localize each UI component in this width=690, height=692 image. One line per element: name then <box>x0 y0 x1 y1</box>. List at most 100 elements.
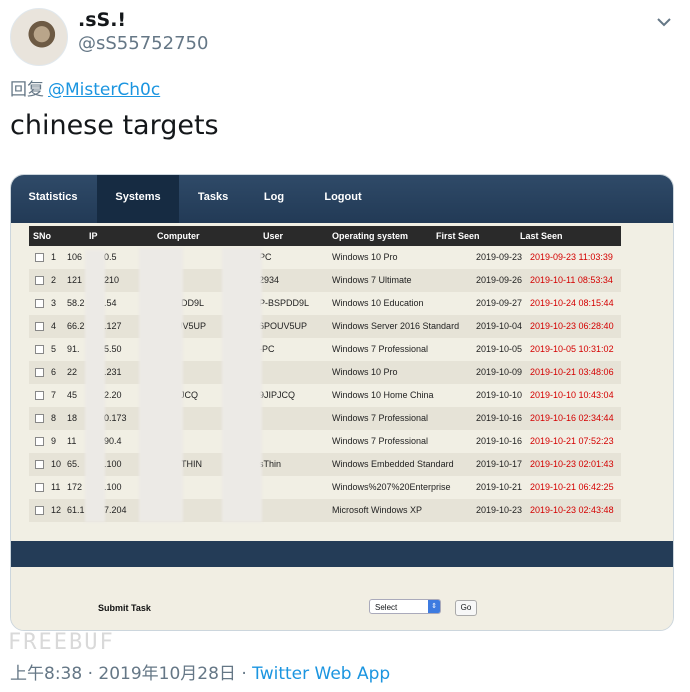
cell-ip-start: 45 <box>67 390 78 400</box>
cell-first-seen: 2019-10-21 <box>476 482 523 492</box>
cell-first-seen: 2019-10-05 <box>476 344 523 354</box>
watermark-logo: FREEBUF <box>8 630 115 655</box>
row-checkbox[interactable] <box>35 483 44 492</box>
cell-ip-end: .127 <box>104 321 122 331</box>
cell-ip-start: 121 <box>67 275 83 285</box>
table-row[interactable]: 11172.100DWindows%207%20Enterprise2019-1… <box>29 476 621 499</box>
col-computer: Computer <box>157 231 200 241</box>
cell-last-seen: 2019-10-11 08:53:34 <box>530 275 613 285</box>
cell-sno: 3 <box>51 298 57 308</box>
nav-statistics[interactable]: Statistics <box>21 175 85 223</box>
table-row[interactable]: 9 11 90.4 Windows 7 Professional 2019-10-16 2… <box>29 430 621 453</box>
col-os: Operating system <box>332 231 409 241</box>
cell-ip-start: 18 <box>67 413 78 423</box>
user-handle[interactable]: @sS55752750 <box>78 33 208 54</box>
row-checkbox[interactable] <box>35 506 44 515</box>
chevron-down-icon[interactable] <box>654 12 674 32</box>
cell-os: Windows 7 Ultimate <box>332 275 412 285</box>
cell-last-seen: 2019-10-16 02:34:44 <box>530 413 614 423</box>
redaction-blur-computer <box>139 248 183 522</box>
col-last-seen: Last Seen <box>520 231 563 241</box>
cell-ip-end: 0.173 <box>104 413 127 423</box>
row-checkbox[interactable] <box>35 322 44 331</box>
cell-os: Windows Server 2016 Standard <box>332 321 460 331</box>
display-name[interactable]: .sS.! <box>78 9 126 31</box>
table-row[interactable]: 358.2.54lSPDD9LP-BSPDD9LWindows 10 Educa… <box>29 292 621 315</box>
cell-user-end: P-BSPDD9L <box>259 298 310 308</box>
task-select[interactable]: Select ⇕ <box>369 599 441 614</box>
table-body: 11060.5CPCWindows 10 Pro2019-09-232019-0… <box>29 246 621 522</box>
nav-logout[interactable]: Logout <box>319 175 367 223</box>
cell-ip-end: .100 <box>104 459 122 469</box>
table-header: SNo IP Computer User Operating system Fi… <box>29 226 621 246</box>
cell-ip-start: 65. <box>67 459 80 469</box>
cell-first-seen: 2019-09-27 <box>476 298 523 308</box>
row-checkbox[interactable] <box>35 345 44 354</box>
nav-systems[interactable]: Systems <box>97 175 179 223</box>
col-ip: IP <box>89 231 98 241</box>
cell-sno: 2 <box>51 275 57 285</box>
cell-user-end: 6POUV5UP <box>259 321 308 331</box>
nav-tasks[interactable]: Tasks <box>191 175 235 223</box>
systems-table: SNo IP Computer User Operating system Fi… <box>29 226 621 522</box>
cell-ip-start: 58.2 <box>67 298 85 308</box>
reply-prefix: 回复 <box>10 80 44 100</box>
tweet-text: chinese targets <box>10 110 219 141</box>
table-row[interactable]: 8 18 0.173 Windows 7 Professional 2019-10-16… <box>29 407 621 430</box>
cell-sno: 10 <box>51 459 62 469</box>
cell-first-seen: 2019-10-17 <box>476 459 523 469</box>
go-button[interactable]: Go <box>455 600 477 616</box>
cell-first-seen: 2019-10-10 <box>476 390 523 400</box>
table-row[interactable]: 11060.5CPCWindows 10 Pro2019-09-232019-0… <box>29 246 621 269</box>
table-row[interactable]: 7 45 2.20 IIPJCQ 9JIPJCQ Windows 10 Home Chin… <box>29 384 621 407</box>
cell-first-seen: 2019-10-04 <box>476 321 523 331</box>
row-checkbox[interactable] <box>35 299 44 308</box>
cell-ip-end: 90.4 <box>104 436 122 446</box>
tweet-source-app[interactable]: Twitter Web App <box>252 664 390 684</box>
row-checkbox[interactable] <box>35 460 44 469</box>
cell-os: Windows 10 Pro <box>332 252 398 262</box>
cell-ip-start: 91. <box>67 344 80 354</box>
cell-sno: 4 <box>51 321 57 331</box>
row-checkbox[interactable] <box>35 391 44 400</box>
redaction-blur-user <box>222 248 262 522</box>
tweet-media-image[interactable]: Statistics Systems Tasks Log Logout SNo … <box>10 174 674 631</box>
cell-sno: 7 <box>51 390 57 400</box>
nav-log[interactable]: Log <box>259 175 289 223</box>
table-row[interactable]: 1065..100VSTHIN(sThinWindows Embedded St… <box>29 453 621 476</box>
cell-ip-start: 22 <box>67 367 78 377</box>
table-row[interactable]: 466.2.127VOUV5UP6POUV5UPWindows Server 2… <box>29 315 621 338</box>
row-checkbox[interactable] <box>35 253 44 262</box>
table-row[interactable]: 6 22 .231 Windows 10 Pro 2019-10-09 2019-10-2… <box>29 361 621 384</box>
row-checkbox[interactable] <box>35 276 44 285</box>
panel-divider-bar <box>11 541 673 567</box>
cell-sno: 8 <box>51 413 57 423</box>
cell-os: Windows 10 Pro <box>332 367 398 377</box>
cell-os: Microsoft Windows XP <box>332 505 423 515</box>
col-user: User <box>263 231 284 241</box>
cell-last-seen: 2019-10-10 10:43:04 <box>530 390 614 400</box>
task-select-value: Select <box>375 603 398 612</box>
cell-first-seen: 2019-09-23 <box>476 252 523 262</box>
submit-task-label: Submit Task <box>98 603 151 613</box>
cell-first-seen: 2019-10-23 <box>476 505 523 515</box>
select-arrows-icon: ⇕ <box>428 600 440 613</box>
tweet-timestamp[interactable]: 上午8:38 · 2019年10月28日 · <box>10 664 252 684</box>
row-checkbox[interactable] <box>35 368 44 377</box>
cell-sno: 12 <box>51 505 62 515</box>
avatar[interactable] <box>10 8 68 66</box>
row-checkbox[interactable] <box>35 414 44 423</box>
cell-last-seen: 2019-09-23 11:03:39 <box>530 252 613 262</box>
cell-last-seen: 2019-10-23 06:28:40 <box>530 321 614 331</box>
cell-ip-end: 210 <box>104 275 120 285</box>
table-row[interactable]: 2121210342934Windows 7 Ultimate2019-09-2… <box>29 269 621 292</box>
cell-sno: 11 <box>51 482 61 492</box>
table-row[interactable]: 591.5.50PC-PCWindows 7 Professional2019-… <box>29 338 621 361</box>
cell-last-seen: 2019-10-21 07:52:23 <box>530 436 614 446</box>
cell-ip-end: .100 <box>104 482 122 492</box>
table-row[interactable]: 1261.17.204HhMicrosoft Windows XP2019-10… <box>29 499 621 522</box>
cell-ip-start: 11 <box>67 436 77 446</box>
reply-mention-link[interactable]: @MisterCh0c <box>48 80 160 100</box>
row-checkbox[interactable] <box>35 437 44 446</box>
cell-ip-start: 106 <box>67 252 83 262</box>
